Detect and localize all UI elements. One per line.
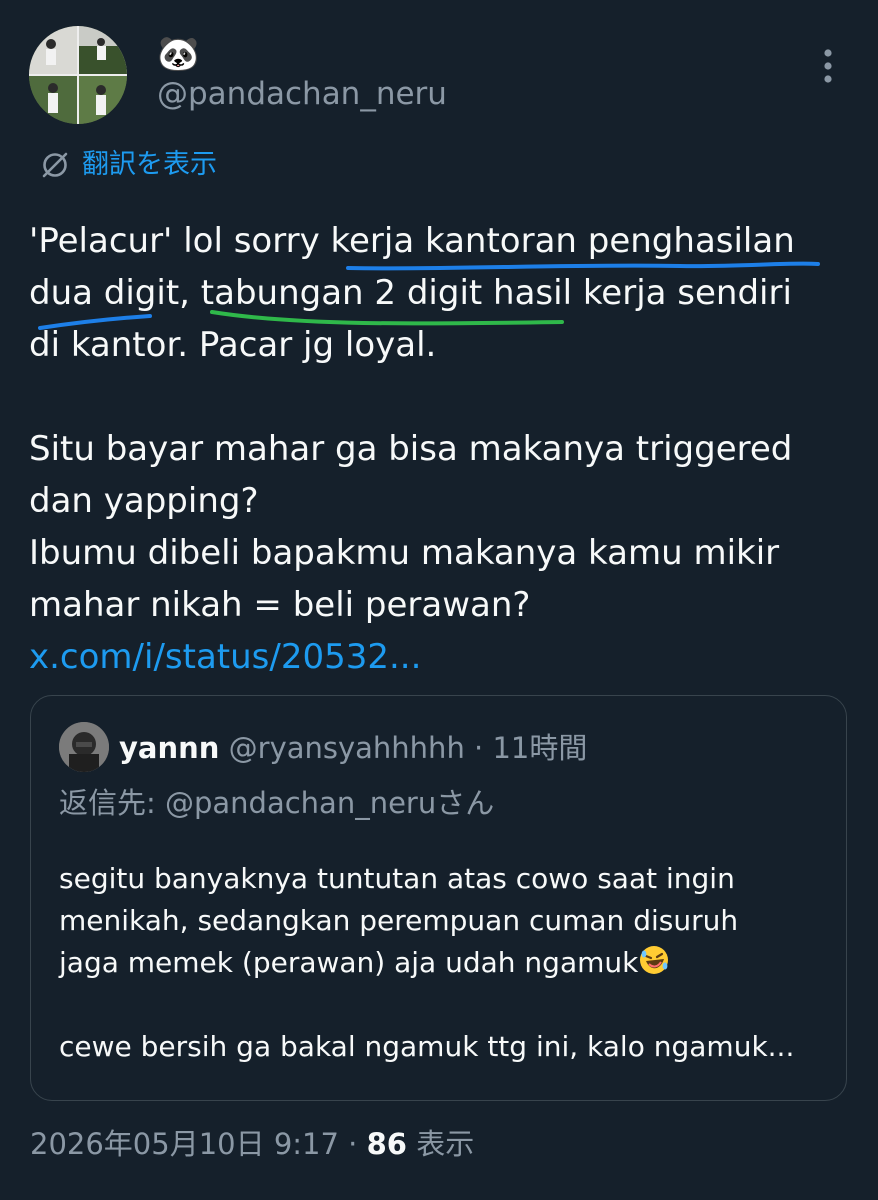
quoted-line-with-emoji: jaga memek (perawan) aja udah ngamuk xyxy=(59,942,829,984)
author-handle[interactable]: @pandachan_neru xyxy=(157,74,447,114)
tweet-text: 'Pelacur' lol sorry kerja kantoran pengh… xyxy=(29,215,859,683)
tweet-line: 'Pelacur' lol sorry kerja kantoran pengh… xyxy=(29,221,795,261)
quoted-line: segitu banyaknya tuntutan atas cowo saat… xyxy=(59,862,735,895)
tweet-line: mahar nikah = beli perawan? xyxy=(29,585,531,625)
views-count: 86 xyxy=(366,1127,407,1161)
quoted-avatar xyxy=(59,722,109,772)
quoted-name: yannn xyxy=(119,731,220,765)
rolling-on-floor-laughing-emoji-icon xyxy=(638,944,670,976)
translate-globe-icon xyxy=(40,150,70,180)
more-vertical-icon[interactable] xyxy=(812,44,844,88)
tweet-line: Situ bayar mahar ga bisa makanya trigger… xyxy=(29,429,793,469)
quoted-handle: @ryansyahhhhh xyxy=(228,731,465,765)
quoted-line: cewe bersih ga bakal ngamuk ttg ini, kal… xyxy=(59,1030,795,1063)
status-link[interactable]: x.com/i/status/20532... xyxy=(29,631,859,683)
quoted-header: yannn @ryansyahhhhh · 11時間 xyxy=(119,726,587,770)
author-avatar[interactable] xyxy=(29,26,127,124)
tweet-line: dua digit, tabungan 2 digit hasil kerja … xyxy=(29,273,792,313)
tweet-line: di kantor. Pacar jg loyal. xyxy=(29,325,437,365)
tweet-line: dan yapping? xyxy=(29,481,259,521)
tweet-meta: 2026年05月10日 9:17 · 86 表示 xyxy=(30,1122,474,1166)
quoted-reply-to: 返信先: @pandachan_neruさん xyxy=(59,786,495,820)
quoted-time: 11時間 xyxy=(492,731,588,765)
translate-button[interactable]: 翻訳を表示 xyxy=(40,145,217,185)
timestamp[interactable]: 2026年05月10日 9:17 xyxy=(30,1127,339,1161)
separator-dot: · xyxy=(474,731,484,765)
separator-dot: · xyxy=(348,1127,358,1161)
translate-label: 翻訳を表示 xyxy=(82,149,217,180)
avatar-photo xyxy=(29,26,127,124)
views-label: 表示 xyxy=(416,1127,475,1161)
quoted-tweet-card[interactable]: yannn @ryansyahhhhh · 11時間 返信先: @pandach… xyxy=(30,695,847,1101)
quoted-text: segitu banyaknya tuntutan atas cowo saat… xyxy=(59,858,829,1068)
quoted-line-text: jaga memek (perawan) aja udah ngamuk xyxy=(59,946,639,979)
tweet-line: Ibumu dibeli bapakmu makanya kamu mikir xyxy=(29,533,780,573)
author-display-name[interactable]: 🐼 xyxy=(157,34,199,74)
quoted-line: menikah, sedangkan perempuan cuman disur… xyxy=(59,904,739,937)
